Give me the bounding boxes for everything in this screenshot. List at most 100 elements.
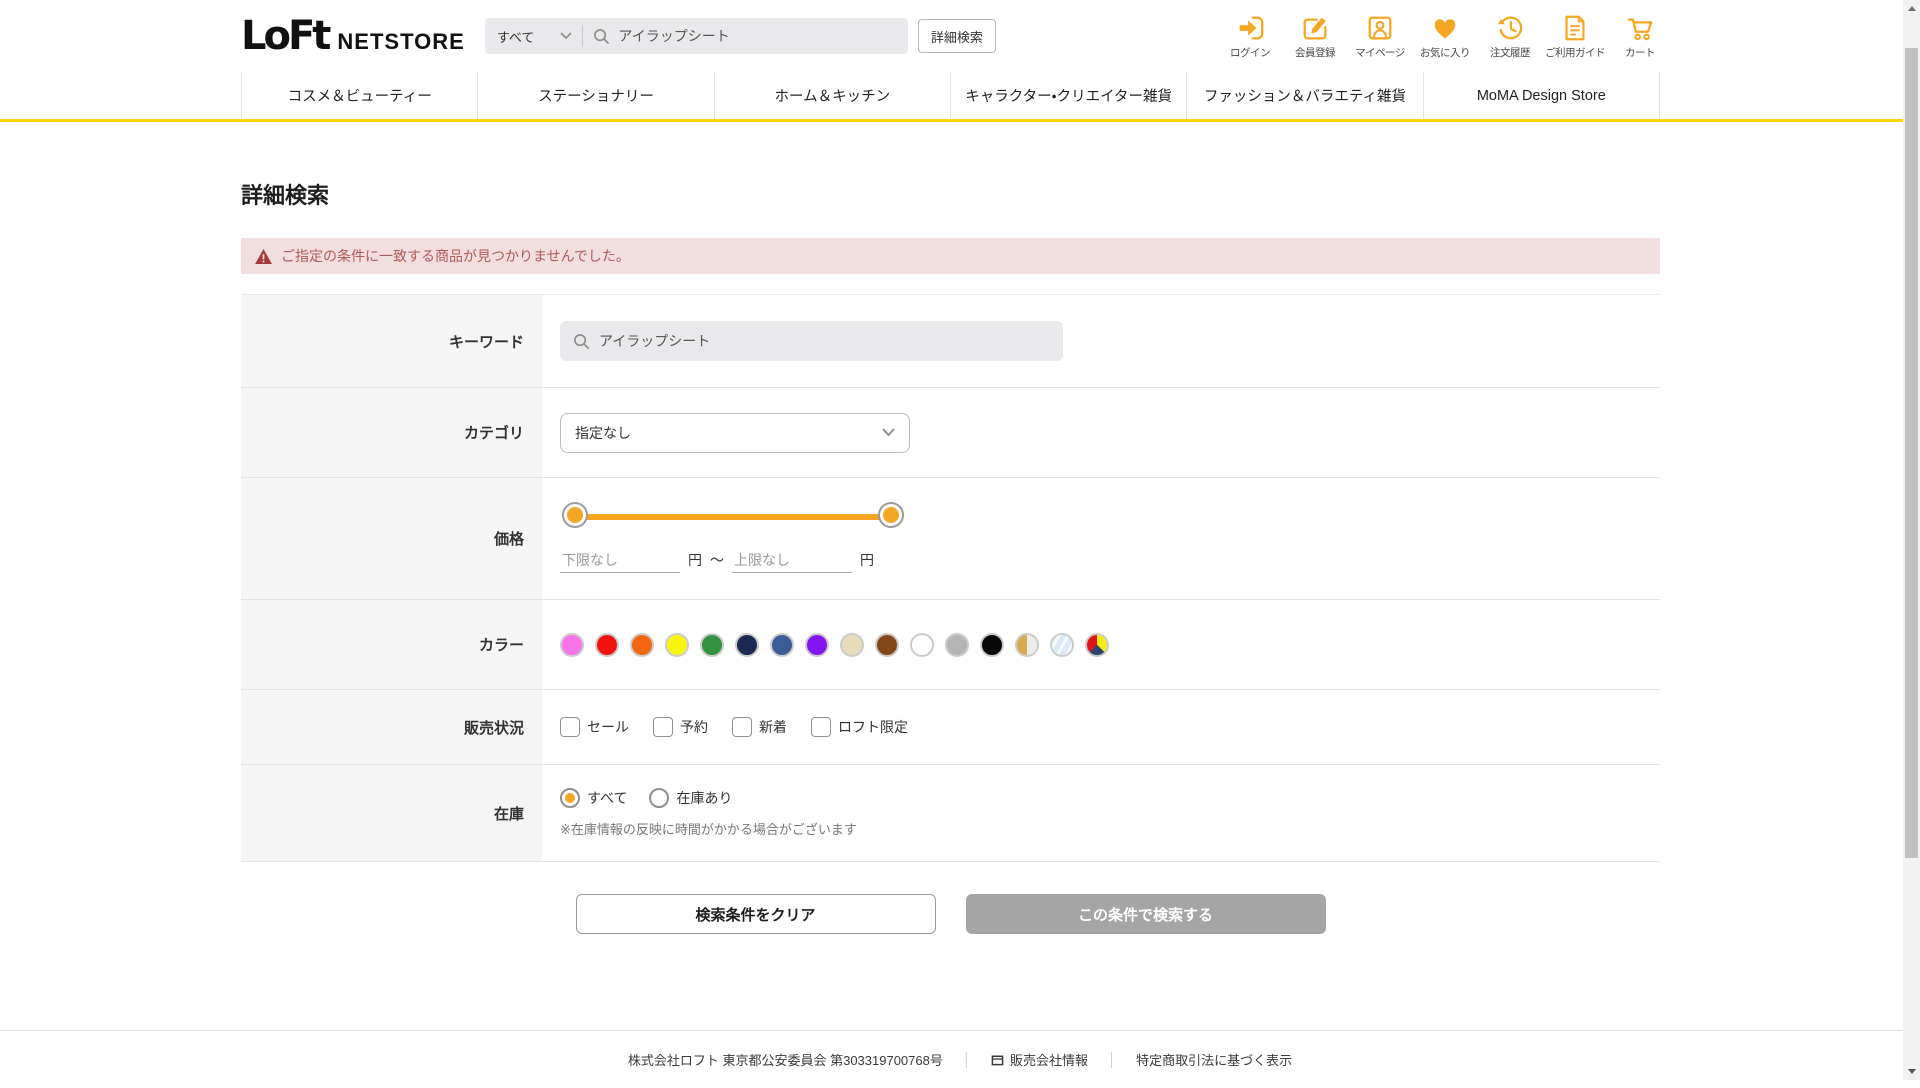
clear-conditions-button[interactable]: 検索条件をクリア — [575, 894, 936, 934]
quick-link-member-register[interactable]: 会員登録 — [1287, 13, 1343, 60]
radio-label: すべて — [587, 790, 628, 806]
sales-checkbox-item-3[interactable]: ロフト限定 — [811, 717, 908, 737]
scrollbar-thumb[interactable] — [1905, 48, 1918, 858]
cart-icon — [1627, 17, 1653, 40]
price-inputs: 円 ～ 円 — [560, 550, 898, 573]
category-label: カテゴリ — [241, 388, 542, 477]
advanced-search-button[interactable]: 詳細検索 — [917, 19, 996, 53]
nav-item-stationery[interactable]: ステーショナリー — [477, 72, 713, 119]
footer-link-label: 特定商取引法に基づく表示 — [1136, 1053, 1293, 1068]
price-slider-min-handle[interactable] — [564, 504, 586, 526]
radio-icon[interactable] — [649, 788, 670, 808]
nav-item-character-creator[interactable]: キャラクター・クリエイター雑貨 — [949, 72, 1186, 119]
price-row: 価格 円 ～ 円 — [241, 478, 1660, 600]
radio-icon[interactable] — [560, 788, 580, 808]
sales-checkbox-item-1[interactable]: 予約 — [653, 717, 708, 737]
color-swatch-multicolor[interactable] — [1085, 632, 1109, 657]
stock-radio-item-0[interactable]: すべて — [560, 788, 627, 808]
color-swatches — [560, 632, 1109, 657]
color-swatch-gray[interactable] — [945, 632, 969, 657]
stock-radio-item-1[interactable]: 在庫あり — [649, 788, 732, 808]
vertical-scrollbar[interactable] — [1903, 0, 1920, 1080]
color-swatch-gold-silver[interactable] — [1015, 632, 1039, 657]
color-swatch-green[interactable] — [700, 632, 724, 657]
price-unit-label: 円 — [860, 552, 874, 568]
nav-item-fashion-variety[interactable]: ファッション＆バラエティ雑貨 — [1186, 72, 1422, 119]
footer-link-label: 販売会社情報 — [1009, 1053, 1088, 1068]
checkbox-icon[interactable] — [811, 717, 831, 737]
footer-link-seller-info[interactable]: 販売会社情報 — [991, 1050, 1088, 1069]
logo-loft-text: LoFt — [241, 13, 331, 59]
no-results-alert: ご指定の条件に一致する商品が見つかりませんでした。 — [241, 238, 1660, 274]
color-swatch-black[interactable] — [980, 632, 1004, 657]
color-swatch-white[interactable] — [910, 632, 934, 657]
order-history-icon — [1497, 15, 1523, 39]
category-row: カテゴリ 指定なし — [241, 388, 1660, 478]
price-slider-track[interactable] — [574, 514, 892, 520]
checkbox-label: 予約 — [680, 719, 708, 735]
login-icon — [1239, 16, 1264, 39]
search-with-conditions-button[interactable]: この条件で検索する — [965, 894, 1326, 934]
color-row: カラー — [241, 600, 1660, 690]
site-logo[interactable]: LoFt NETSTORE — [241, 13, 465, 59]
price-range-slider — [564, 504, 902, 530]
checkbox-icon[interactable] — [732, 717, 752, 737]
stock-options: すべて 在庫あり — [560, 788, 857, 808]
search-icon — [594, 28, 610, 44]
color-swatch-clear[interactable] — [1050, 632, 1074, 657]
sales-checkbox-item-2[interactable]: 新着 — [732, 717, 787, 737]
quick-link-login[interactable]: ログイン — [1222, 13, 1278, 60]
quick-link-label: ログイン — [1230, 46, 1271, 59]
category-select[interactable]: 指定なし — [560, 412, 910, 453]
quick-link-label: カート — [1625, 46, 1656, 59]
price-min-input[interactable] — [560, 550, 680, 573]
nav-item-moma[interactable]: MoMA Design Store — [1422, 72, 1660, 119]
price-max-input[interactable] — [732, 550, 852, 573]
keyword-row: キーワード — [241, 295, 1660, 388]
quick-link-order-history[interactable]: 注文履歴 — [1482, 13, 1538, 60]
price-slider-max-handle[interactable] — [880, 504, 902, 526]
color-swatch-brown[interactable] — [875, 632, 899, 657]
search-category-select[interactable]: すべて — [485, 18, 583, 54]
color-swatch-purple[interactable] — [805, 632, 829, 657]
color-swatch-blue[interactable] — [770, 632, 794, 657]
search-input-wrap — [583, 28, 907, 45]
color-swatch-navy[interactable] — [735, 632, 759, 657]
quick-link-label: お気に入り — [1420, 46, 1471, 59]
checkbox-icon[interactable] — [653, 717, 673, 737]
color-swatch-yellow[interactable] — [665, 632, 689, 657]
checkbox-label: セール — [587, 719, 629, 735]
site-footer: 株式会社ロフト 東京都公安委員会 第303319700768号 │ 販売会社情報… — [0, 1030, 1920, 1088]
quick-link-label: 注文履歴 — [1490, 46, 1531, 59]
stock-label: 在庫 — [241, 765, 542, 861]
chevron-down-icon — [560, 32, 572, 40]
checkbox-icon[interactable] — [560, 717, 580, 737]
nav-item-cosme-beauty[interactable]: コスメ＆ビューティー — [241, 72, 477, 119]
quick-link-label: マイページ — [1355, 46, 1405, 59]
sales-status-row: 販売状況 セール 予約 新着 ロフト限定 — [241, 690, 1660, 765]
color-swatch-red[interactable] — [595, 632, 619, 657]
sales-checkbox-item-0[interactable]: セール — [560, 717, 629, 737]
scrollbar-down-arrow[interactable] — [1903, 1063, 1920, 1080]
member-register-icon — [1303, 17, 1327, 39]
keyword-input[interactable] — [599, 333, 1063, 349]
header-search-bar: すべて — [484, 18, 908, 54]
quick-link-mypage[interactable]: マイページ — [1352, 13, 1408, 60]
advanced-search-page: 詳細検索 ご指定の条件に一致する商品が見つかりませんでした。 キーワード カテゴ… — [0, 178, 1920, 934]
quick-link-guide[interactable]: ご利用ガイド — [1545, 13, 1606, 60]
header-search-input[interactable] — [618, 28, 869, 44]
quick-link-cart[interactable]: カート — [1612, 13, 1668, 60]
quick-link-favorites[interactable]: お気に入り — [1417, 13, 1473, 60]
user-guide-icon — [1565, 15, 1585, 40]
form-actions: 検索条件をクリア この条件で検索する — [241, 894, 1660, 934]
footer-link-tokushoho[interactable]: 特定商取引法に基づく表示 — [1136, 1050, 1292, 1069]
color-swatch-pink[interactable] — [560, 632, 584, 657]
color-swatch-orange[interactable] — [630, 632, 654, 657]
no-results-message: ご指定の条件に一致する商品が見つかりませんでした。 — [281, 248, 630, 264]
nav-item-home-kitchen[interactable]: ホーム＆キッチン — [713, 72, 950, 119]
site-header: LoFt NETSTORE すべて 詳細検索 ログイン — [0, 0, 1920, 122]
color-swatch-beige[interactable] — [840, 632, 864, 657]
search-icon — [574, 333, 590, 349]
price-area: 円 ～ 円 — [560, 478, 902, 573]
scrollbar-up-arrow[interactable] — [1903, 0, 1920, 17]
